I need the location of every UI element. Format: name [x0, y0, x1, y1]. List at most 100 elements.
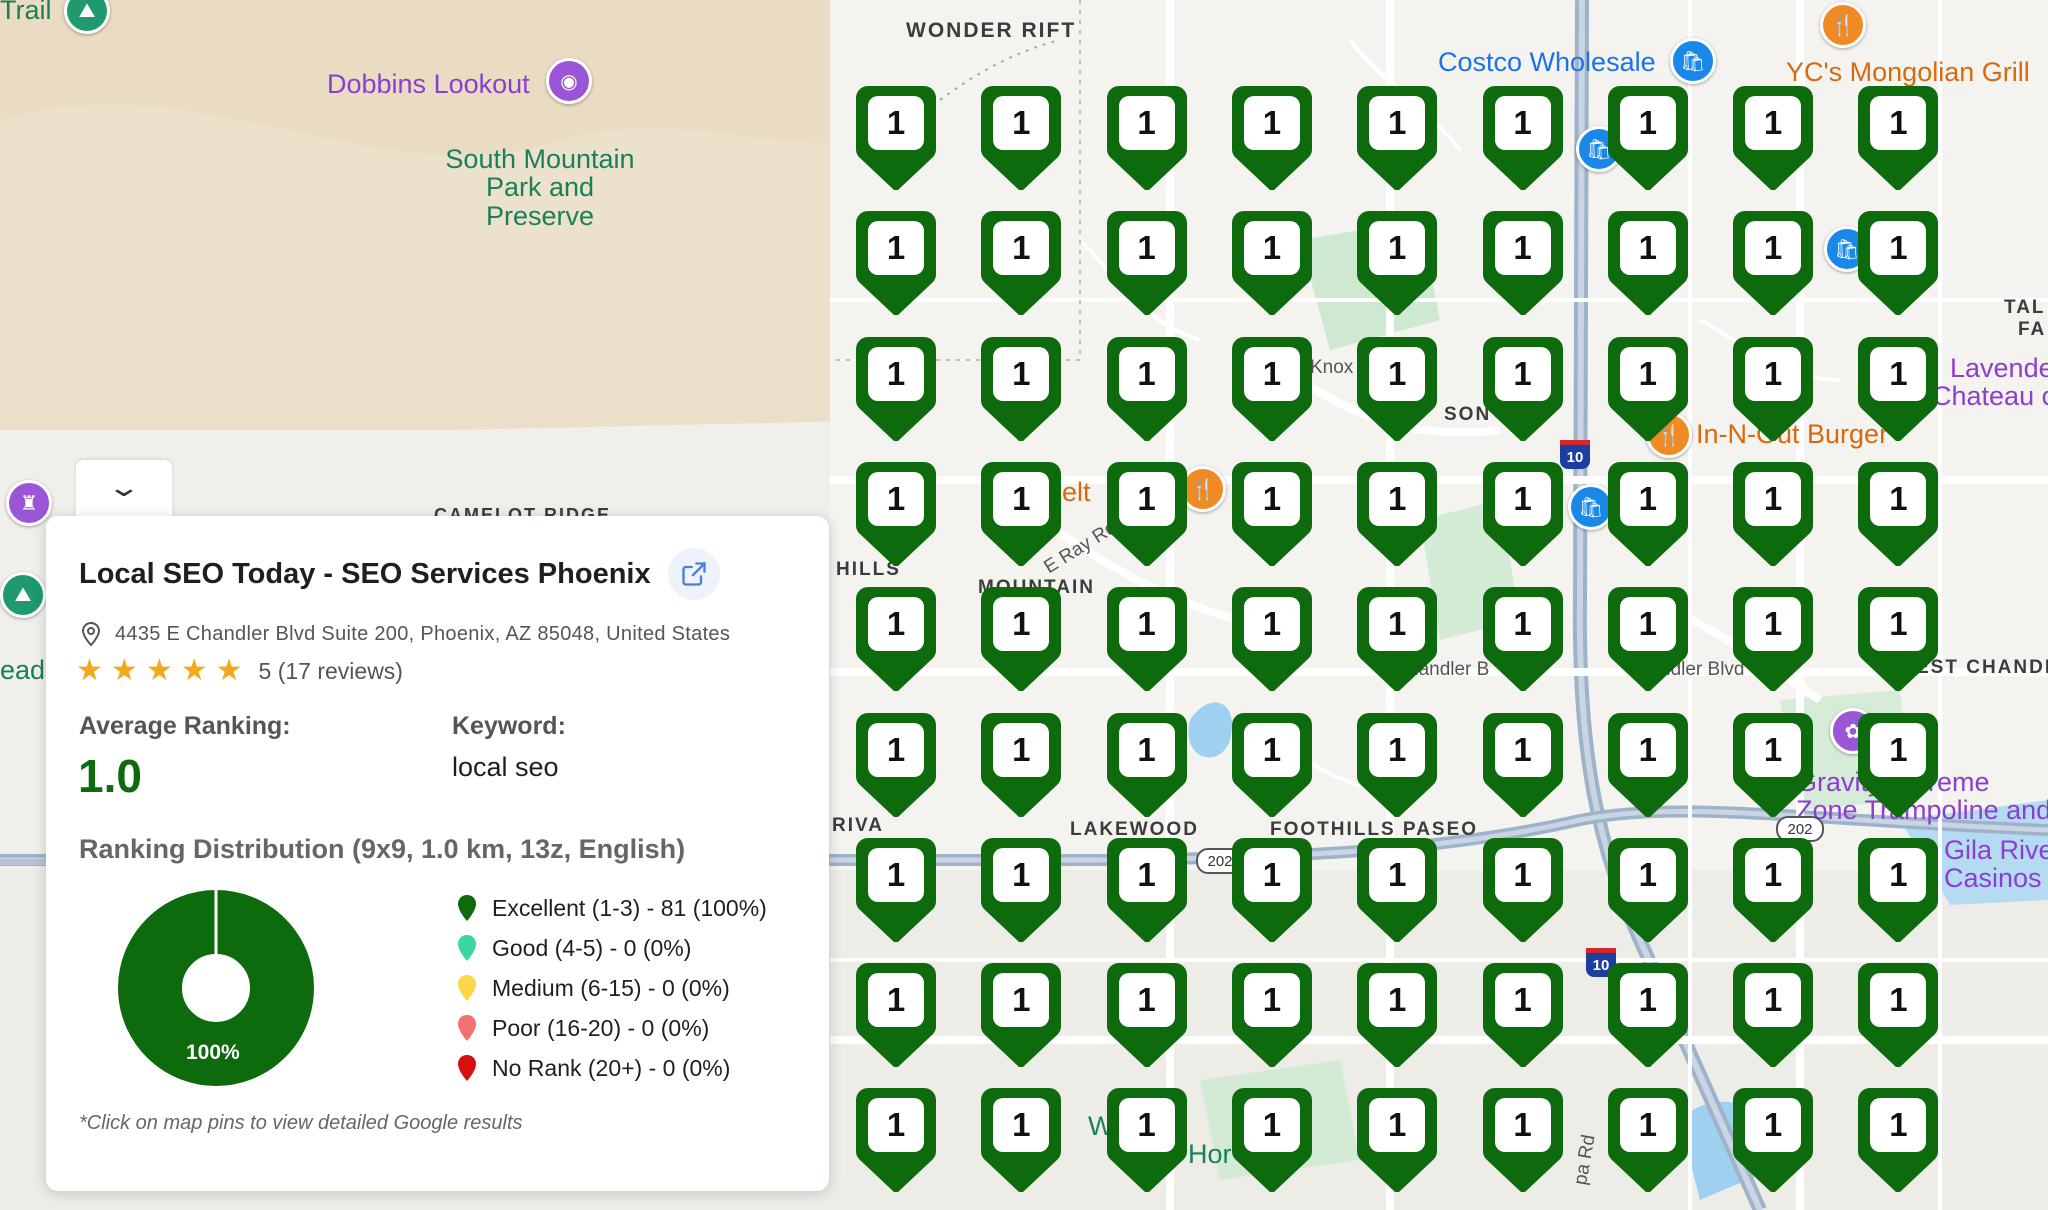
grid-pin-r4-c5[interactable]: 1 — [1355, 460, 1439, 570]
grid-pin-r1-c4[interactable]: 1 — [1230, 84, 1314, 194]
grid-pin-r2-c7[interactable]: 1 — [1606, 209, 1690, 319]
grid-pin-r2-c6[interactable]: 1 — [1481, 209, 1565, 319]
pin-rank: 1 — [1889, 605, 1908, 643]
star-icon: ★ — [215, 654, 243, 687]
grid-pin-r2-c8[interactable]: 1 — [1731, 209, 1815, 319]
grid-pin-r2-c5[interactable]: 1 — [1355, 209, 1439, 319]
grid-pin-r8-c2[interactable]: 1 — [979, 961, 1063, 1071]
grid-pin-r3-c9[interactable]: 1 — [1856, 335, 1940, 445]
legend-label: Medium (6-15) - 0 (0%) — [492, 974, 730, 1001]
grid-pin-r5-c5[interactable]: 1 — [1355, 585, 1439, 695]
grid-pin-r4-c3[interactable]: 1 — [1105, 460, 1189, 570]
grid-pin-r3-c6[interactable]: 1 — [1481, 335, 1565, 445]
grid-pin-r3-c7[interactable]: 1 — [1606, 335, 1690, 445]
grid-pin-r1-c3[interactable]: 1 — [1105, 84, 1189, 194]
grid-pin-r9-c4[interactable]: 1 — [1230, 1086, 1314, 1196]
grid-pin-r2-c1[interactable]: 1 — [854, 209, 938, 319]
pin-rank: 1 — [1889, 354, 1908, 392]
grid-pin-r5-c6[interactable]: 1 — [1481, 585, 1565, 695]
grid-pin-r4-c8[interactable]: 1 — [1731, 460, 1815, 570]
grid-pin-r8-c5[interactable]: 1 — [1355, 961, 1439, 1071]
grid-pin-r6-c3[interactable]: 1 — [1105, 711, 1189, 821]
grid-pin-r5-c9[interactable]: 1 — [1856, 585, 1940, 695]
grid-pin-r9-c5[interactable]: 1 — [1355, 1086, 1439, 1196]
grid-pin-r2-c4[interactable]: 1 — [1230, 209, 1314, 319]
pin-rank: 1 — [886, 855, 906, 893]
pin-rank: 1 — [1763, 855, 1783, 893]
grid-pin-r8-c4[interactable]: 1 — [1230, 961, 1314, 1071]
pin-rank: 1 — [1262, 855, 1282, 893]
pin-rank: 1 — [886, 605, 906, 643]
grid-pin-r7-c7[interactable]: 1 — [1606, 836, 1690, 946]
grid-pin-r6-c9[interactable]: 1 — [1856, 711, 1940, 821]
grid-pin-r7-c1[interactable]: 1 — [854, 836, 938, 946]
grid-pin-r5-c1[interactable]: 1 — [854, 585, 938, 695]
grid-pin-r1-c5[interactable]: 1 — [1355, 84, 1439, 194]
grid-pin-r8-c6[interactable]: 1 — [1481, 961, 1565, 1071]
grid-pin-r4-c2[interactable]: 1 — [979, 460, 1063, 570]
pin-rank: 1 — [886, 229, 906, 267]
grid-pin-r5-c7[interactable]: 1 — [1606, 585, 1690, 695]
grid-pin-r4-c4[interactable]: 1 — [1230, 460, 1314, 570]
grid-pin-r5-c4[interactable]: 1 — [1230, 585, 1314, 695]
pin-rank: 1 — [1388, 605, 1407, 643]
grid-pin-r9-c7[interactable]: 1 — [1606, 1086, 1690, 1196]
grid-pin-r8-c7[interactable]: 1 — [1606, 961, 1690, 1071]
grid-pin-r8-c8[interactable]: 1 — [1731, 961, 1815, 1071]
grid-pin-r9-c3[interactable]: 1 — [1105, 1086, 1189, 1196]
grid-pin-r8-c9[interactable]: 1 — [1856, 961, 1940, 1071]
grid-pin-r8-c3[interactable]: 1 — [1105, 961, 1189, 1071]
grid-pin-r9-c8[interactable]: 1 — [1731, 1086, 1815, 1196]
pin-rank: 1 — [1137, 730, 1156, 768]
grid-pin-r5-c2[interactable]: 1 — [979, 585, 1063, 695]
grid-pin-r7-c3[interactable]: 1 — [1105, 836, 1189, 946]
grid-pin-r7-c5[interactable]: 1 — [1355, 836, 1439, 946]
grid-pin-r8-c1[interactable]: 1 — [854, 961, 938, 1071]
grid-pin-r6-c8[interactable]: 1 — [1731, 711, 1815, 821]
distribution-title: Ranking Distribution (9x9, 1.0 km, 13z, … — [79, 834, 686, 864]
grid-pin-r5-c3[interactable]: 1 — [1105, 585, 1189, 695]
grid-pin-r7-c8[interactable]: 1 — [1731, 836, 1815, 946]
grid-pin-r6-c5[interactable]: 1 — [1355, 711, 1439, 821]
grid-pin-r6-c6[interactable]: 1 — [1481, 711, 1565, 821]
grid-pin-r5-c8[interactable]: 1 — [1731, 585, 1815, 695]
grid-pin-r7-c4[interactable]: 1 — [1230, 836, 1314, 946]
grid-pin-r3-c8[interactable]: 1 — [1731, 335, 1815, 445]
grid-pin-r3-c3[interactable]: 1 — [1105, 335, 1189, 445]
grid-pin-r9-c9[interactable]: 1 — [1856, 1086, 1940, 1196]
grid-pin-r4-c6[interactable]: 1 — [1481, 460, 1565, 570]
grid-pin-r1-c1[interactable]: 1 — [854, 84, 938, 194]
grid-pin-r9-c1[interactable]: 1 — [854, 1086, 938, 1196]
grid-pin-r3-c4[interactable]: 1 — [1230, 335, 1314, 445]
grid-pin-r7-c9[interactable]: 1 — [1856, 836, 1940, 946]
external-link-button[interactable] — [668, 548, 720, 600]
grid-pin-r7-c6[interactable]: 1 — [1481, 836, 1565, 946]
grid-pin-r3-c2[interactable]: 1 — [979, 335, 1063, 445]
star-icon: ★ — [110, 654, 138, 687]
grid-pin-r6-c7[interactable]: 1 — [1606, 711, 1690, 821]
grid-pin-r7-c2[interactable]: 1 — [979, 836, 1063, 946]
grid-pin-r2-c3[interactable]: 1 — [1105, 209, 1189, 319]
grid-pin-r2-c2[interactable]: 1 — [979, 209, 1063, 319]
grid-pin-r9-c6[interactable]: 1 — [1481, 1086, 1565, 1196]
grid-pin-r1-c6[interactable]: 1 — [1481, 84, 1565, 194]
pin-rank: 1 — [1137, 479, 1156, 517]
grid-pin-r3-c1[interactable]: 1 — [854, 335, 938, 445]
pin-rank: 1 — [1889, 104, 1908, 141]
grid-pin-r1-c9[interactable]: 1 — [1856, 84, 1940, 194]
grid-pin-r3-c5[interactable]: 1 — [1355, 335, 1439, 445]
grid-pin-r6-c4[interactable]: 1 — [1230, 711, 1314, 821]
grid-pin-r2-c9[interactable]: 1 — [1856, 209, 1940, 319]
grid-pin-r4-c1[interactable]: 1 — [854, 460, 938, 570]
grid-pin-r1-c2[interactable]: 1 — [979, 84, 1063, 194]
grid-pin-r4-c7[interactable]: 1 — [1606, 460, 1690, 570]
grid-pin-r1-c7[interactable]: 1 — [1606, 84, 1690, 194]
grid-pin-r6-c2[interactable]: 1 — [979, 711, 1063, 821]
grid-pin-r9-c2[interactable]: 1 — [979, 1086, 1063, 1196]
collapse-panel-button[interactable]: ⌄ — [76, 460, 172, 518]
pin-rank: 1 — [1889, 730, 1908, 768]
grid-pin-r1-c8[interactable]: 1 — [1731, 84, 1815, 194]
grid-pin-r6-c1[interactable]: 1 — [854, 711, 938, 821]
grid-pin-r4-c9[interactable]: 1 — [1856, 460, 1940, 570]
pin-rank: 1 — [1012, 855, 1031, 893]
